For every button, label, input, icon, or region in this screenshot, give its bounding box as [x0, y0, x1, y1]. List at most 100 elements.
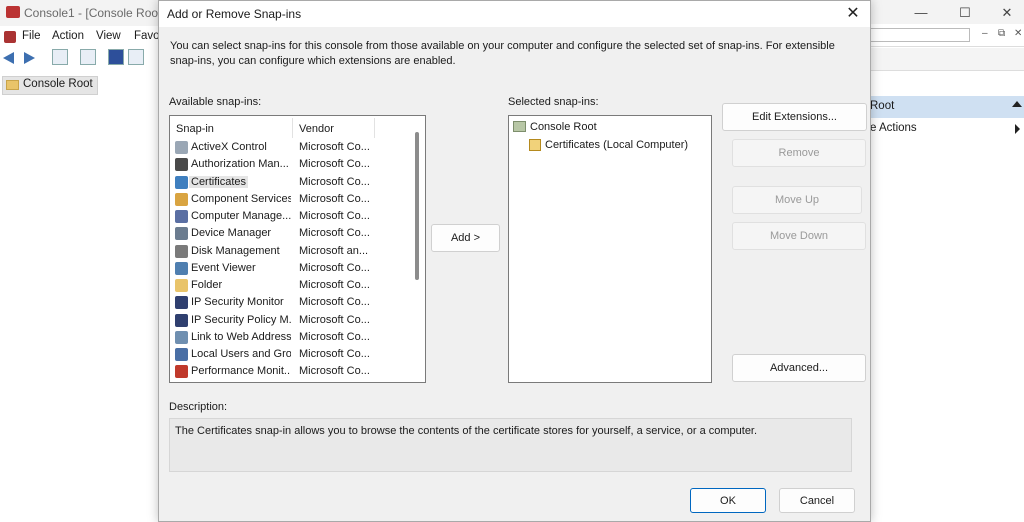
- snapin-row[interactable]: Component Services Microsoft Co...: [170, 191, 410, 208]
- snapin-vendor: Microsoft Co...: [299, 279, 370, 291]
- inner-minimize-button[interactable]: –: [982, 28, 988, 39]
- selected-snapins-label: Selected snap-ins:: [508, 96, 599, 108]
- list-column-header: Snap-in Vendor: [170, 116, 410, 140]
- snapin-row[interactable]: Disk Management Microsoft an...: [170, 243, 410, 260]
- menu-view[interactable]: View: [96, 30, 121, 42]
- more-actions-item[interactable]: e Actions: [870, 122, 917, 134]
- activex-icon: [175, 141, 188, 154]
- selected-tree-item-label: Certificates (Local Computer): [545, 139, 689, 151]
- address-field: [870, 28, 970, 42]
- console-tree: Console Root: [0, 72, 160, 522]
- snapin-vendor: Microsoft an...: [299, 244, 369, 257]
- snapin-row[interactable]: Link to Web Address Microsoft Co...: [170, 329, 410, 346]
- ip-security-policy-icon: [175, 313, 188, 327]
- snapin-vendor: Microsoft Co...: [299, 158, 370, 171]
- list-scrollbar-thumb[interactable]: [415, 132, 419, 280]
- description-label: Description:: [169, 401, 228, 413]
- inner-restore-button[interactable]: ⧉: [998, 28, 1005, 39]
- certificate-icon: [175, 175, 188, 189]
- column-divider[interactable]: [292, 118, 293, 138]
- column-header-vendor[interactable]: Vendor: [299, 123, 334, 135]
- column-header-snapin[interactable]: Snap-in: [176, 123, 214, 135]
- snapin-row[interactable]: Certificates Microsoft Co...: [170, 174, 410, 191]
- device-manager-icon: [175, 227, 188, 241]
- snapin-row[interactable]: ActiveX Control Microsoft Co...: [170, 139, 410, 156]
- mmc-app-icon: [6, 6, 20, 18]
- web-link-icon: [175, 330, 188, 344]
- available-snapins-list[interactable]: Snap-in Vendor ActiveX Control Microsoft …: [169, 115, 426, 383]
- snapin-name: Link to Web Address: [191, 330, 291, 343]
- collapse-up-icon[interactable]: [1012, 101, 1022, 107]
- snapin-name: Local Users and Gro...: [191, 348, 291, 360]
- snapin-vendor: Microsoft Co...: [299, 192, 370, 205]
- snapin-row[interactable]: Local Users and Gro... Microsoft Co...: [170, 346, 410, 363]
- dialog-close-button[interactable]: ✕: [840, 3, 866, 25]
- menu-favorites[interactable]: Favo: [134, 30, 160, 42]
- export-list-icon[interactable]: [80, 49, 96, 65]
- computer-management-icon: [175, 210, 188, 223]
- dialog-title: Add or Remove Snap-ins: [167, 7, 302, 21]
- column-divider[interactable]: [374, 118, 375, 138]
- snapin-vendor: Microsoft Co...: [299, 210, 370, 222]
- cancel-button[interactable]: Cancel: [779, 488, 855, 513]
- folder-icon: [6, 80, 19, 90]
- snapin-row[interactable]: Device Manager Microsoft Co...: [170, 225, 410, 242]
- snapin-vendor: Microsoft Co...: [299, 313, 370, 326]
- snapin-vendor: Microsoft Co...: [299, 141, 370, 153]
- snapin-name: Device Manager: [191, 227, 272, 240]
- actions-pane-header[interactable]: Root: [870, 96, 1024, 118]
- add-button[interactable]: Add >: [431, 224, 500, 252]
- snapin-name: Event Viewer: [191, 261, 256, 274]
- selected-snapins-tree[interactable]: Console Root Certificates (Local Compute…: [508, 115, 712, 383]
- certificates-icon: [529, 139, 541, 151]
- selected-tree-root-label: Console Root: [530, 121, 597, 133]
- snapin-name: Authorization Man...: [191, 158, 289, 171]
- show-hide-tree-icon[interactable]: [52, 49, 68, 65]
- mmc-right-region: – ⧉ ✕ Root e Actions: [870, 0, 1024, 522]
- snapin-name: Certificates: [189, 175, 249, 188]
- snapin-row[interactable]: Authorization Man... Microsoft Co...: [170, 156, 410, 173]
- snapin-row[interactable]: Folder Microsoft Co...: [170, 277, 410, 294]
- disk-icon: [175, 244, 188, 258]
- console-menu-icon[interactable]: [4, 31, 16, 43]
- users-icon: [175, 348, 188, 361]
- add-remove-snapins-dialog: Add or Remove Snap-ins ✕ You can select …: [158, 0, 871, 522]
- move-up-button[interactable]: Move Up: [732, 186, 862, 214]
- action-pane-strip: [870, 48, 1024, 71]
- snapin-row[interactable]: Performance Monit... Microsoft Co...: [170, 363, 410, 380]
- snapin-row[interactable]: Computer Manage... Microsoft Co...: [170, 208, 410, 225]
- ok-button[interactable]: OK: [690, 488, 766, 513]
- component-icon: [175, 192, 188, 206]
- console-root-icon: [513, 121, 526, 132]
- snapin-vendor: Microsoft Co...: [299, 227, 370, 240]
- remove-button[interactable]: Remove: [732, 139, 866, 167]
- snapin-row[interactable]: IP Security Monitor Microsoft Co...: [170, 294, 410, 311]
- move-down-button[interactable]: Move Down: [732, 222, 866, 250]
- back-arrow-icon[interactable]: [3, 52, 14, 64]
- tree-item-label: Console Root: [23, 78, 93, 90]
- snapin-vendor: Microsoft Co...: [299, 348, 370, 360]
- performance-icon: [175, 365, 188, 379]
- snapin-name: ActiveX Control: [191, 141, 267, 153]
- snapin-row[interactable]: Event Viewer Microsoft Co...: [170, 260, 410, 277]
- available-snapins-label: Available snap-ins:: [169, 96, 262, 108]
- snapin-name: IP Security Monitor: [191, 296, 284, 309]
- snapin-name: Performance Monit...: [191, 365, 291, 378]
- snapin-vendor: Microsoft Co...: [299, 330, 370, 343]
- inner-close-button[interactable]: ✕: [1014, 28, 1022, 39]
- menu-file[interactable]: File: [22, 30, 41, 42]
- snapin-name: Computer Manage...: [191, 210, 291, 222]
- snapin-name: Component Services: [191, 192, 291, 205]
- snapin-row[interactable]: IP Security Policy M... Microsoft Co...: [170, 312, 410, 329]
- event-viewer-icon: [175, 261, 188, 275]
- show-action-pane-icon[interactable]: [128, 49, 144, 65]
- help-icon[interactable]: [108, 49, 124, 65]
- authorization-icon: [175, 158, 188, 172]
- snapin-vendor: Microsoft Co...: [299, 261, 370, 274]
- menu-action[interactable]: Action: [52, 30, 84, 42]
- advanced-button[interactable]: Advanced...: [732, 354, 866, 382]
- forward-arrow-icon[interactable]: [24, 52, 35, 64]
- folder-icon: [175, 279, 188, 292]
- edit-extensions-button[interactable]: Edit Extensions...: [722, 103, 867, 131]
- tree-item-console-root[interactable]: Console Root: [2, 76, 98, 95]
